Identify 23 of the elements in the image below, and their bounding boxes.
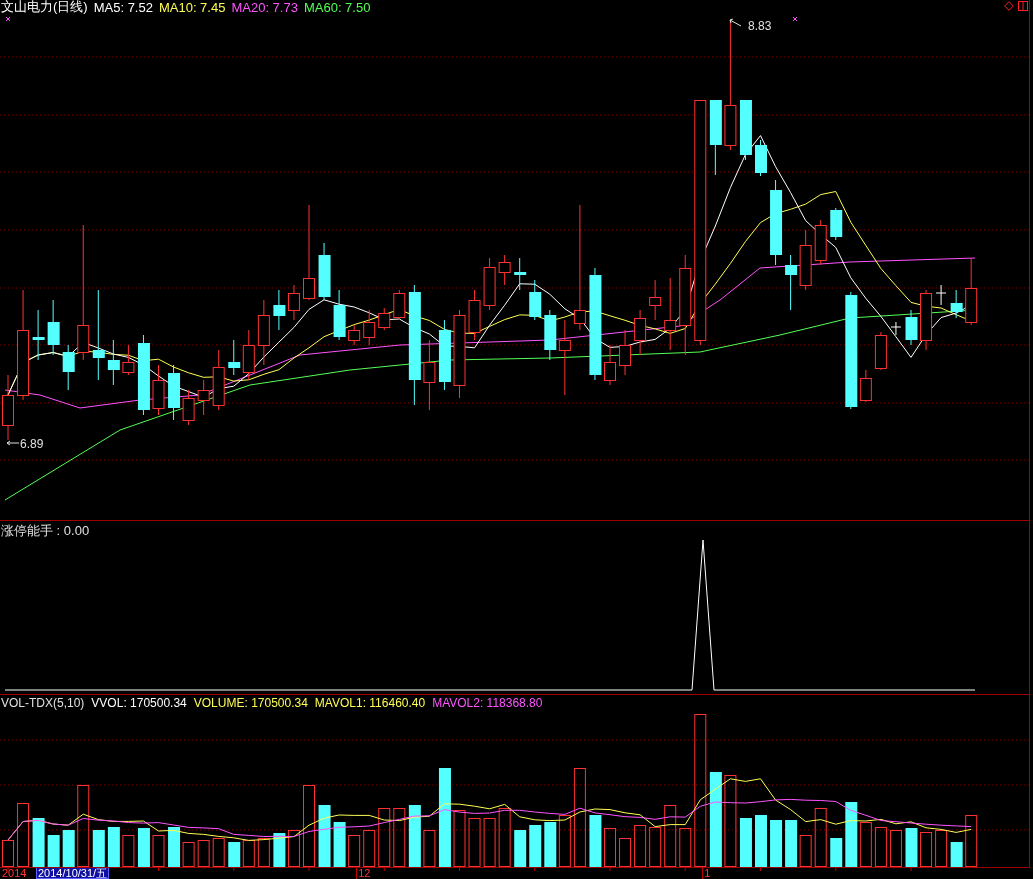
month-label: 12 xyxy=(356,868,371,879)
moving-average-reading: MA60: 7.50 xyxy=(303,0,371,15)
year-label: 2014 xyxy=(2,868,27,879)
moving-average-reading: MA10: 7.45 xyxy=(158,0,226,15)
square-icon[interactable] xyxy=(1018,1,1028,11)
month-label: 1 xyxy=(702,868,711,879)
low-price-label: 6.89 xyxy=(20,437,44,451)
volume-reading: VOLUME: 170500.34 xyxy=(193,696,308,710)
volume-reading: VVOL: 170500.34 xyxy=(91,696,187,710)
diamond-icon[interactable] xyxy=(1004,1,1014,11)
volume-reading: MAVOL2: 118368.80 xyxy=(432,696,543,710)
leader-line xyxy=(729,18,743,28)
volume-reading: MAVOL1: 116460.40 xyxy=(314,696,426,710)
moving-average-reading: MA5: 7.52 xyxy=(93,0,153,15)
indicator-reading: 涨停能手 : 0.00 xyxy=(0,522,90,540)
high-price-label: 8.83 xyxy=(748,19,772,33)
moving-average-reading: MA20: 7.73 xyxy=(231,0,298,15)
cursor-date-label: 2014/10/31/五 xyxy=(36,868,110,879)
leader-line xyxy=(6,440,20,446)
cross-mark-icon xyxy=(792,16,798,22)
chart-title: 文山电力(日线) xyxy=(1,0,88,16)
cross-mark-icon xyxy=(5,16,11,22)
volume-reading: VOL-TDX(5,10) xyxy=(1,696,85,710)
